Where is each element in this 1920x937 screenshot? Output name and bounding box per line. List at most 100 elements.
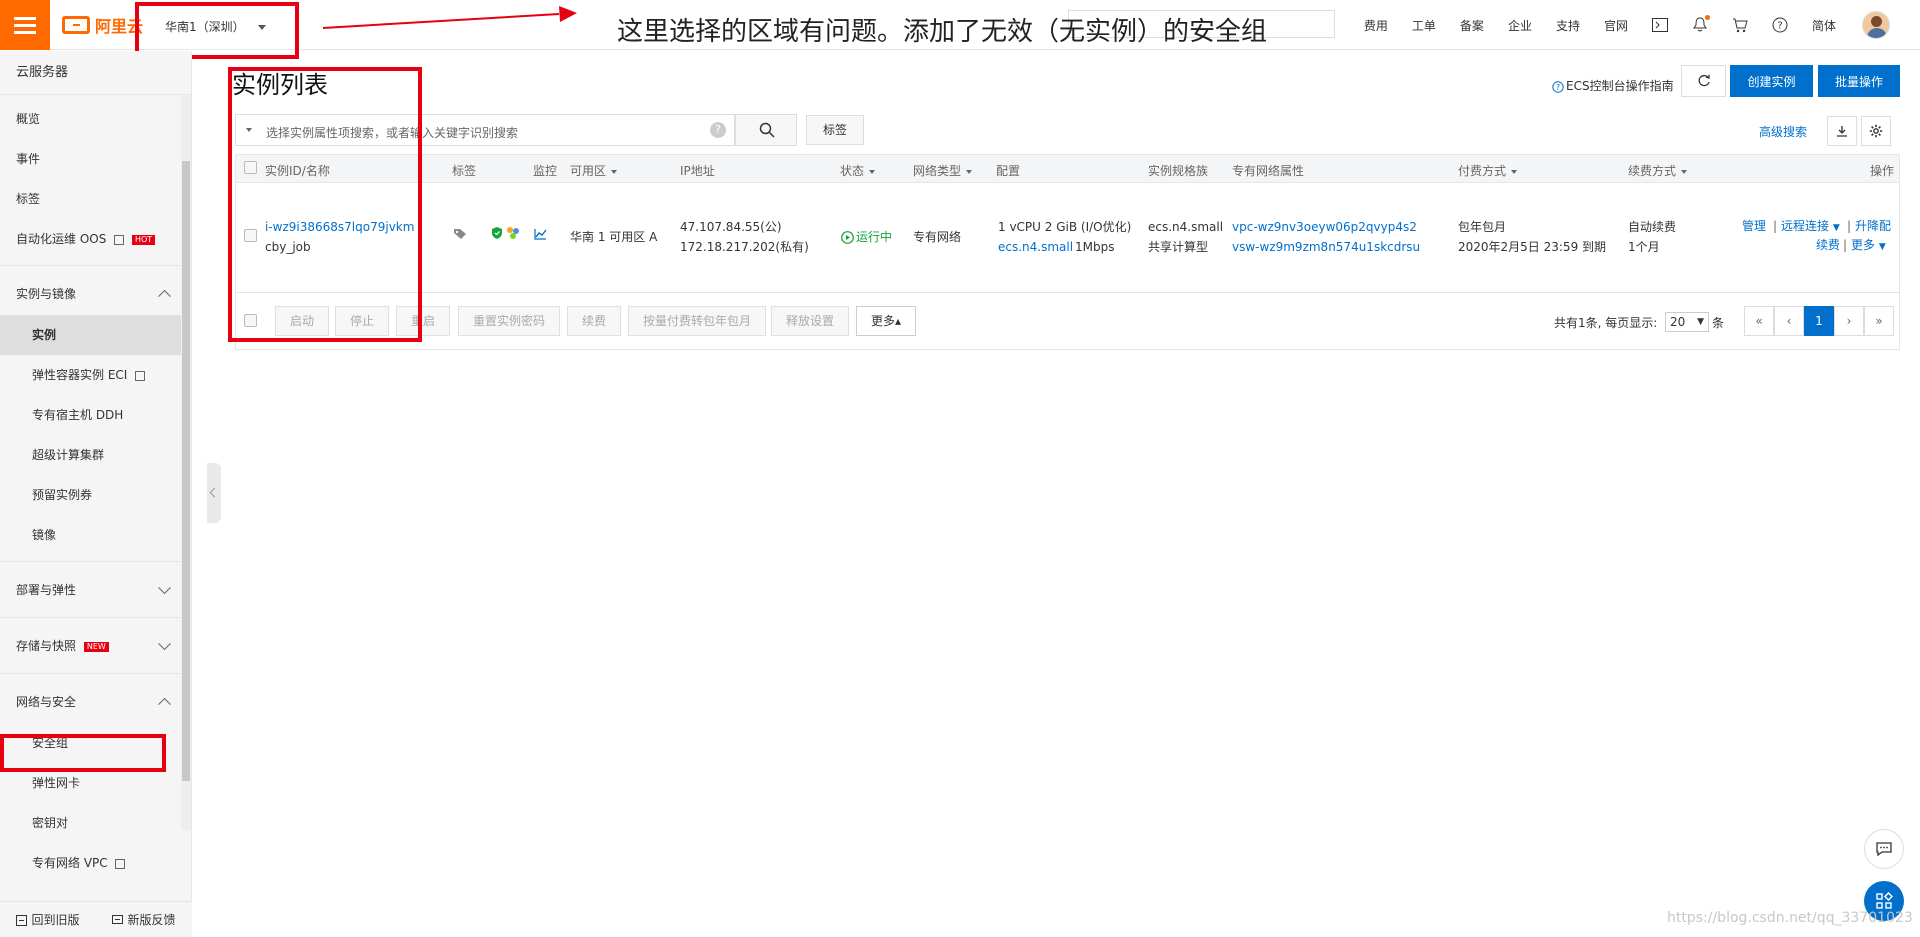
release-settings-button[interactable]: 释放设置 [771,306,850,336]
nav-billing[interactable]: 费用 [1364,17,1388,34]
sidebar-item-tags[interactable]: 标签 [0,179,191,219]
bell-icon[interactable] [1692,15,1710,33]
monitor-chart-icon[interactable] [534,227,547,246]
col-renew[interactable]: 续费方式 [1628,162,1688,179]
language-switch[interactable]: 简体 [1812,17,1836,34]
page-last-button[interactable]: » [1864,306,1894,336]
advanced-search-link[interactable]: 高级搜索 [1759,123,1807,140]
chevron-up-icon [158,697,171,711]
caret-down-icon: ▼ [1832,223,1840,233]
sidebar-group-label: 网络与安全 [16,695,77,709]
sidebar-item-label: 专有宿主机 DDH [32,408,124,422]
terminal-icon[interactable] [1651,17,1668,33]
sidebar-item-label: 镜像 [32,528,57,542]
config-spec-link[interactable]: ecs.n4.small [998,238,1073,257]
sidebar-item-ddh[interactable]: 专有宿主机 DDH [0,395,191,435]
table-header: 实例ID/名称 标签 监控 可用区 IP地址 状态 网络类型 配置 实例规格族 … [236,155,1899,183]
sidebar-scroll-thumb[interactable] [182,161,190,781]
annotation-arrow-icon [323,6,577,29]
settings-button[interactable] [1861,116,1891,146]
renew-link[interactable]: 续费 [1816,236,1840,255]
col-vpc-attr: 专有网络属性 [1232,164,1305,178]
question-icon[interactable]: ? [710,122,726,138]
sidebar-item-vpc[interactable]: 专有网络 VPC [0,843,191,883]
renew-type: 自动续费 [1628,220,1677,234]
page-size-select[interactable]: 20 ▼ [1665,312,1709,332]
feedback-link[interactable]: 新版反馈 [112,911,176,928]
page-prev-button[interactable]: ‹ [1774,306,1804,336]
sidebar-group-storage[interactable]: 存储与快照 NEW [0,617,191,673]
vswitch-link[interactable]: vsw-wz9m9zm8n574u1skcdrsu [1232,238,1420,257]
back-to-old-version-link[interactable]: 回到旧版 [16,911,80,928]
sidebar-group-network[interactable]: 网络与安全 [0,673,191,729]
sidebar-group-deploy[interactable]: 部署与弹性 [0,561,191,617]
renew-button[interactable]: 续费 [567,306,622,336]
external-link-icon [114,234,125,245]
logo-mark-icon [62,16,90,34]
refresh-button[interactable] [1681,65,1726,97]
user-avatar[interactable] [1862,11,1890,39]
search-button[interactable] [735,114,797,146]
nav-support[interactable]: 支持 [1556,17,1580,34]
nav-icp[interactable]: 备案 [1460,17,1484,34]
create-instance-button[interactable]: 创建实例 [1730,65,1813,97]
brand-logo[interactable]: 阿里云 [62,14,143,36]
caret-down-icon [611,169,618,174]
page-next-button[interactable]: › [1834,306,1864,336]
notification-dot [1704,15,1710,20]
sidebar-item-images[interactable]: 镜像 [0,515,191,555]
tag-filter-button[interactable]: 标签 [806,115,864,145]
top-nav: 费用 工单 备案 企业 支持 官网 ? 简体 [1352,0,1890,50]
network-type: 专有网络 [913,230,962,244]
col-status[interactable]: 状态 [840,162,876,179]
remote-connect-link[interactable]: 远程连接 ▼ [1781,217,1840,238]
nav-tickets[interactable]: 工单 [1412,17,1436,34]
sidebar-item-events[interactable]: 事件 [0,139,191,179]
link-label: 远程连接 [1781,219,1830,233]
page-first-button[interactable]: « [1744,306,1774,336]
col-zone[interactable]: 可用区 [570,162,618,179]
spec-family-name: ecs.n4.small [1148,220,1224,234]
sidebar-collapse-handle[interactable] [207,463,221,523]
grid-icon [1876,892,1893,909]
search-icon [759,122,775,138]
sidebar-group-instances[interactable]: 实例与镜像 [0,265,191,321]
vpc-link[interactable]: vpc-wz9nv3oeyw06p2qvyp4s2 [1232,218,1417,237]
more-ops-link[interactable]: 更多 ▼ [1851,236,1886,257]
help-icon[interactable]: ? [1772,17,1788,33]
op-separator: | [1773,219,1778,233]
instance-table: 实例ID/名称 标签 监控 可用区 IP地址 状态 网络类型 配置 实例规格族 … [235,154,1900,350]
cart-icon[interactable] [1732,17,1748,33]
sidebar-item-overview[interactable]: 概览 [0,99,191,139]
page-1-button[interactable]: 1 [1804,306,1834,336]
convert-billing-button[interactable]: 按量付费转包年包月 [628,306,767,336]
col-billing[interactable]: 付费方式 [1458,162,1518,179]
renew-period: 1个月 [1628,240,1660,254]
security-shield-icon[interactable] [491,226,503,246]
reset-password-button[interactable]: 重置实例密码 [458,306,561,336]
cloud-monitor-icon[interactable] [506,226,520,246]
export-button[interactable] [1827,116,1857,146]
chat-button[interactable] [1864,829,1904,869]
console-guide-link[interactable]: ? ECS控制台操作指南 [1552,77,1674,94]
sidebar-item-scc[interactable]: 超级计算集群 [0,435,191,475]
nav-enterprise[interactable]: 企业 [1508,17,1532,34]
batch-operation-button[interactable]: 批量操作 [1818,65,1900,97]
sidebar-item-instances[interactable]: 实例 [0,315,191,355]
col-net-type[interactable]: 网络类型 [913,162,973,179]
sidebar-scrollbar[interactable] [181,95,191,830]
sidebar-footer: 回到旧版 新版反馈 [0,901,192,937]
config-bandwidth: 1Mbps [1075,240,1115,254]
sidebar-item-keypairs[interactable]: 密钥对 [0,803,191,843]
gear-icon [1869,124,1883,138]
tag-icon[interactable] [453,227,467,246]
manage-link[interactable]: 管理 [1742,217,1766,236]
sidebar-item-reserved[interactable]: 预留实例券 [0,475,191,515]
menu-icon[interactable] [0,0,50,50]
upgrade-link[interactable]: 升降配 [1855,217,1891,236]
caret-down-icon [1681,169,1688,174]
more-actions-button[interactable]: 更多▴ [856,306,917,336]
sidebar-item-oos[interactable]: 自动化运维 OOS HOT [0,219,191,259]
nav-official-site[interactable]: 官网 [1604,17,1628,34]
sidebar-item-eci[interactable]: 弹性容器实例 ECI [0,355,191,395]
